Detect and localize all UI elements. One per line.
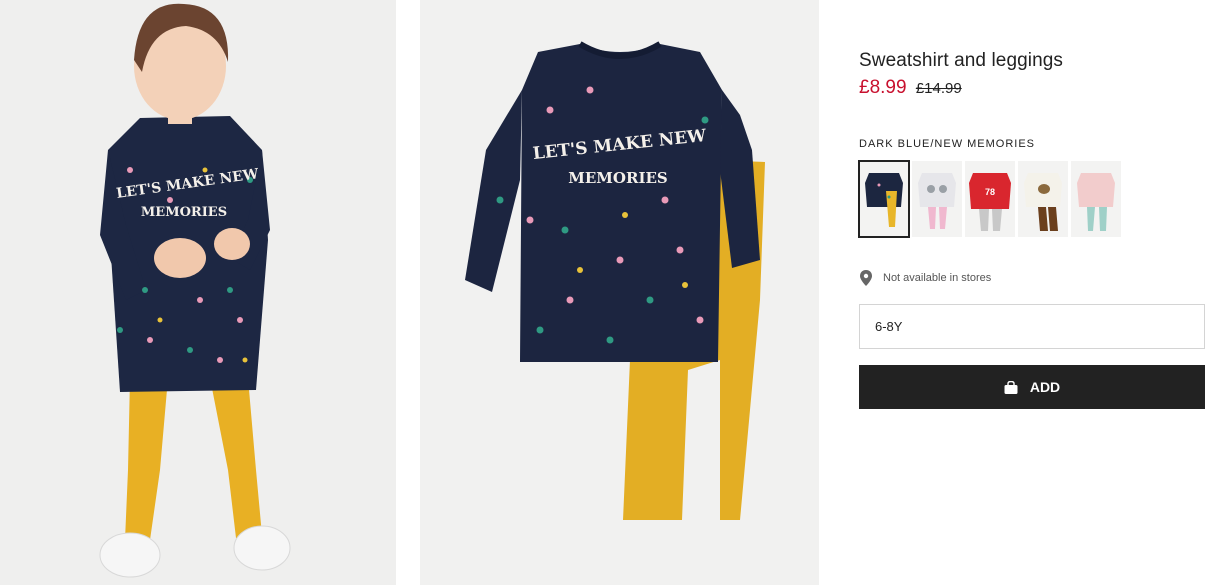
product-info-panel: Sweatshirt and leggings £8.99 £14.99 DAR… xyxy=(858,0,1205,585)
store-availability-text: Not available in stores xyxy=(883,272,992,284)
swatch-pink-print[interactable] xyxy=(1071,161,1121,237)
original-price: £14.99 xyxy=(915,80,962,97)
sale-price: £8.99 xyxy=(859,77,907,98)
swatch-thumbnail: 78 xyxy=(969,173,1011,231)
flat-illustration: LET'S MAKE NEW MEMORIES xyxy=(465,41,765,520)
color-swatches: 78 xyxy=(858,160,1121,238)
swatch-dark-blue-new-memories[interactable] xyxy=(858,160,910,238)
swatch-white-reindeer[interactable] xyxy=(1018,161,1068,237)
size-select[interactable]: 6-8Y xyxy=(859,304,1205,349)
model-illustration: LET'S MAKE NEW MEMORIES xyxy=(99,3,291,578)
shopping-bag-icon xyxy=(1004,380,1018,394)
swatch-red-78[interactable]: 78 xyxy=(965,161,1015,237)
swatch-thumbnail xyxy=(865,173,903,227)
selected-color-name: DARK BLUE/NEW MEMORIES xyxy=(859,138,1036,150)
model-print-line2: MEMORIES xyxy=(141,205,227,220)
swatch-print-text: 78 xyxy=(985,187,995,197)
swatch-thumbnail xyxy=(918,173,956,229)
size-selected-value: 6-8Y xyxy=(875,319,903,334)
product-image-model[interactable]: LET'S MAKE NEW MEMORIES xyxy=(0,0,396,585)
swatch-thumbnail xyxy=(1077,173,1115,231)
store-availability: Not available in stores xyxy=(859,270,991,286)
add-button-label: ADD xyxy=(1029,379,1061,395)
price-block: £8.99 £14.99 xyxy=(859,77,962,99)
product-image-flat[interactable]: LET'S MAKE NEW MEMORIES xyxy=(420,0,819,585)
swatch-light-grey-bear[interactable] xyxy=(912,161,962,237)
product-title: Sweatshirt and leggings xyxy=(859,50,1064,71)
location-pin-icon xyxy=(860,270,872,286)
swatch-thumbnail xyxy=(1024,173,1062,231)
flat-print-line2: MEMORIES xyxy=(568,169,667,187)
add-to-bag-button[interactable]: ADD xyxy=(859,365,1205,409)
